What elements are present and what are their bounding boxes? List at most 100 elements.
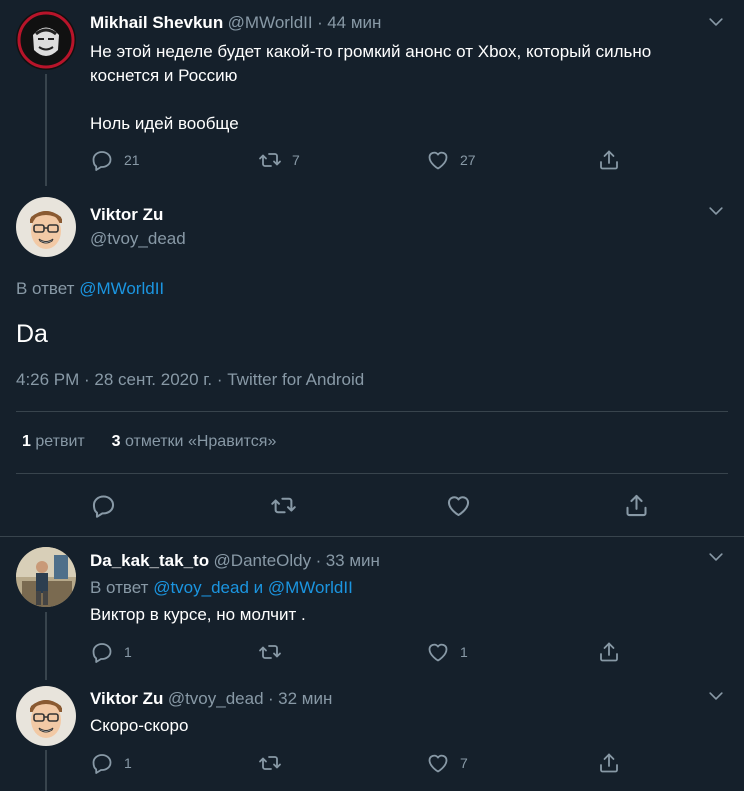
heart-icon xyxy=(445,492,472,519)
chevron-down-icon xyxy=(706,547,726,567)
tweet-text-line: Не этой неделе будет какой-то громкий ан… xyxy=(90,42,652,61)
like-count: 7 xyxy=(460,755,468,771)
reply-button[interactable] xyxy=(90,492,117,519)
tweet-header: Viktor Zu @tvoy_dead · 32 мин xyxy=(90,689,332,709)
share-icon xyxy=(597,751,621,775)
chevron-down-icon xyxy=(706,12,726,32)
like-stat[interactable]: 3 отметки «Нравится» xyxy=(112,433,277,450)
tweet-header: Mikhail Shevkun @MWorldII · 44 мин xyxy=(90,13,381,33)
reply-icon xyxy=(90,148,114,172)
mention-link[interactable]: @tvoy_dead xyxy=(153,578,249,597)
avatar-viktor-image xyxy=(16,686,76,746)
retweet-button[interactable]: 7 xyxy=(258,148,300,172)
like-count: 27 xyxy=(460,152,476,168)
reply-icon xyxy=(90,492,117,519)
like-button[interactable]: 7 xyxy=(426,751,468,775)
thread-line xyxy=(45,74,47,186)
like-count: 1 xyxy=(460,644,468,660)
tweet-header: Da_kak_tak_to @DanteOldy · 33 мин xyxy=(90,551,380,571)
reply-button[interactable]: 1 xyxy=(90,751,132,775)
retweet-stat-label: ретвит xyxy=(35,433,85,450)
share-button[interactable] xyxy=(597,640,621,664)
retweet-icon xyxy=(258,751,282,775)
reply-icon xyxy=(90,640,114,664)
tweet-time[interactable]: 33 мин xyxy=(326,551,380,570)
like-stat-count: 3 xyxy=(111,433,121,450)
reply-count: 21 xyxy=(124,152,140,168)
tweet-text: Скоро-скоро xyxy=(90,716,189,735)
avatar-mikhail-image xyxy=(16,10,76,70)
retweet-icon xyxy=(258,640,282,664)
retweet-icon xyxy=(270,492,297,519)
avatar[interactable] xyxy=(16,197,76,257)
chevron-down-icon xyxy=(706,686,726,706)
separator-dot: · xyxy=(317,13,323,32)
heart-icon xyxy=(426,640,450,664)
author-name[interactable]: Viktor Zu xyxy=(90,689,163,708)
heart-icon xyxy=(426,148,450,172)
tweet-text: Не этой неделе будет какой-то громкий ан… xyxy=(90,40,730,136)
tweet-text-line: коснется и Россию xyxy=(90,66,238,85)
divider xyxy=(16,411,728,412)
reply-button[interactable]: 21 xyxy=(90,148,140,172)
reply-count: 1 xyxy=(124,755,132,771)
more-menu-button[interactable] xyxy=(706,12,726,37)
avatar[interactable] xyxy=(16,547,76,607)
reply-context: В ответ @tvoy_dead и @MWorldII xyxy=(90,578,353,598)
like-button[interactable] xyxy=(445,492,472,519)
retweet-stat[interactable]: 1 ретвит xyxy=(22,433,89,450)
reply-button[interactable]: 1 xyxy=(90,640,132,664)
retweet-button[interactable] xyxy=(258,751,282,775)
retweet-stat-count: 1 xyxy=(22,433,31,450)
share-icon xyxy=(597,640,621,664)
reply-icon xyxy=(90,751,114,775)
chevron-down-icon xyxy=(706,201,726,221)
share-icon xyxy=(623,492,650,519)
divider xyxy=(0,536,744,537)
more-menu-button[interactable] xyxy=(706,201,726,226)
reply-and: и xyxy=(253,578,264,597)
main-tweet-text: Da xyxy=(16,320,48,348)
separator-dot: · xyxy=(268,689,274,708)
avatar[interactable] xyxy=(16,686,76,746)
share-button[interactable] xyxy=(597,751,621,775)
author-handle[interactable]: @tvoy_dead xyxy=(168,689,264,708)
retweet-icon xyxy=(258,148,282,172)
tweet-stats: 1 ретвит 3 отметки «Нравится» xyxy=(22,433,276,451)
thread-line xyxy=(45,750,47,791)
tweet-time[interactable]: 44 мин xyxy=(327,13,381,32)
avatar[interactable] xyxy=(16,10,76,70)
author-name[interactable]: Da_kak_tak_to xyxy=(90,551,209,570)
tweet-timestamp[interactable]: 4:26 PM · 28 сент. 2020 г. · Twitter for… xyxy=(16,370,364,390)
tweet-text: Виктор в курсе, но молчит . xyxy=(90,605,306,624)
tweet-text-line: Ноль идей вообще xyxy=(90,114,239,133)
author-name[interactable]: Viktor Zu xyxy=(90,205,163,225)
divider xyxy=(16,473,728,474)
reply-context: В ответ @MWorldII xyxy=(16,279,164,299)
reply-prefix: В ответ xyxy=(16,279,75,298)
share-button[interactable] xyxy=(597,148,621,172)
retweet-count: 7 xyxy=(292,152,300,168)
author-name[interactable]: Mikhail Shevkun xyxy=(90,13,223,32)
heart-icon xyxy=(426,751,450,775)
more-menu-button[interactable] xyxy=(706,547,726,572)
share-icon xyxy=(597,148,621,172)
author-handle[interactable]: @MWorldII xyxy=(228,13,313,32)
like-stat-label: отметки «Нравится» xyxy=(124,433,277,450)
tweet-time[interactable]: 32 мин xyxy=(278,689,332,708)
author-handle[interactable]: @tvoy_dead xyxy=(90,229,186,249)
avatar-dante-image xyxy=(16,547,76,607)
author-handle[interactable]: @DanteOldy xyxy=(214,551,312,570)
avatar-viktor-image xyxy=(16,197,76,257)
retweet-button[interactable] xyxy=(258,640,282,664)
reply-count: 1 xyxy=(124,644,132,660)
like-button[interactable]: 1 xyxy=(426,640,468,664)
mention-link[interactable]: @MWorldII xyxy=(268,578,353,597)
like-button[interactable]: 27 xyxy=(426,148,476,172)
share-button[interactable] xyxy=(623,492,650,519)
retweet-button[interactable] xyxy=(270,492,297,519)
more-menu-button[interactable] xyxy=(706,686,726,711)
reply-prefix: В ответ xyxy=(90,578,149,597)
separator-dot: · xyxy=(315,551,322,570)
mention-link[interactable]: @MWorldII xyxy=(79,279,164,298)
